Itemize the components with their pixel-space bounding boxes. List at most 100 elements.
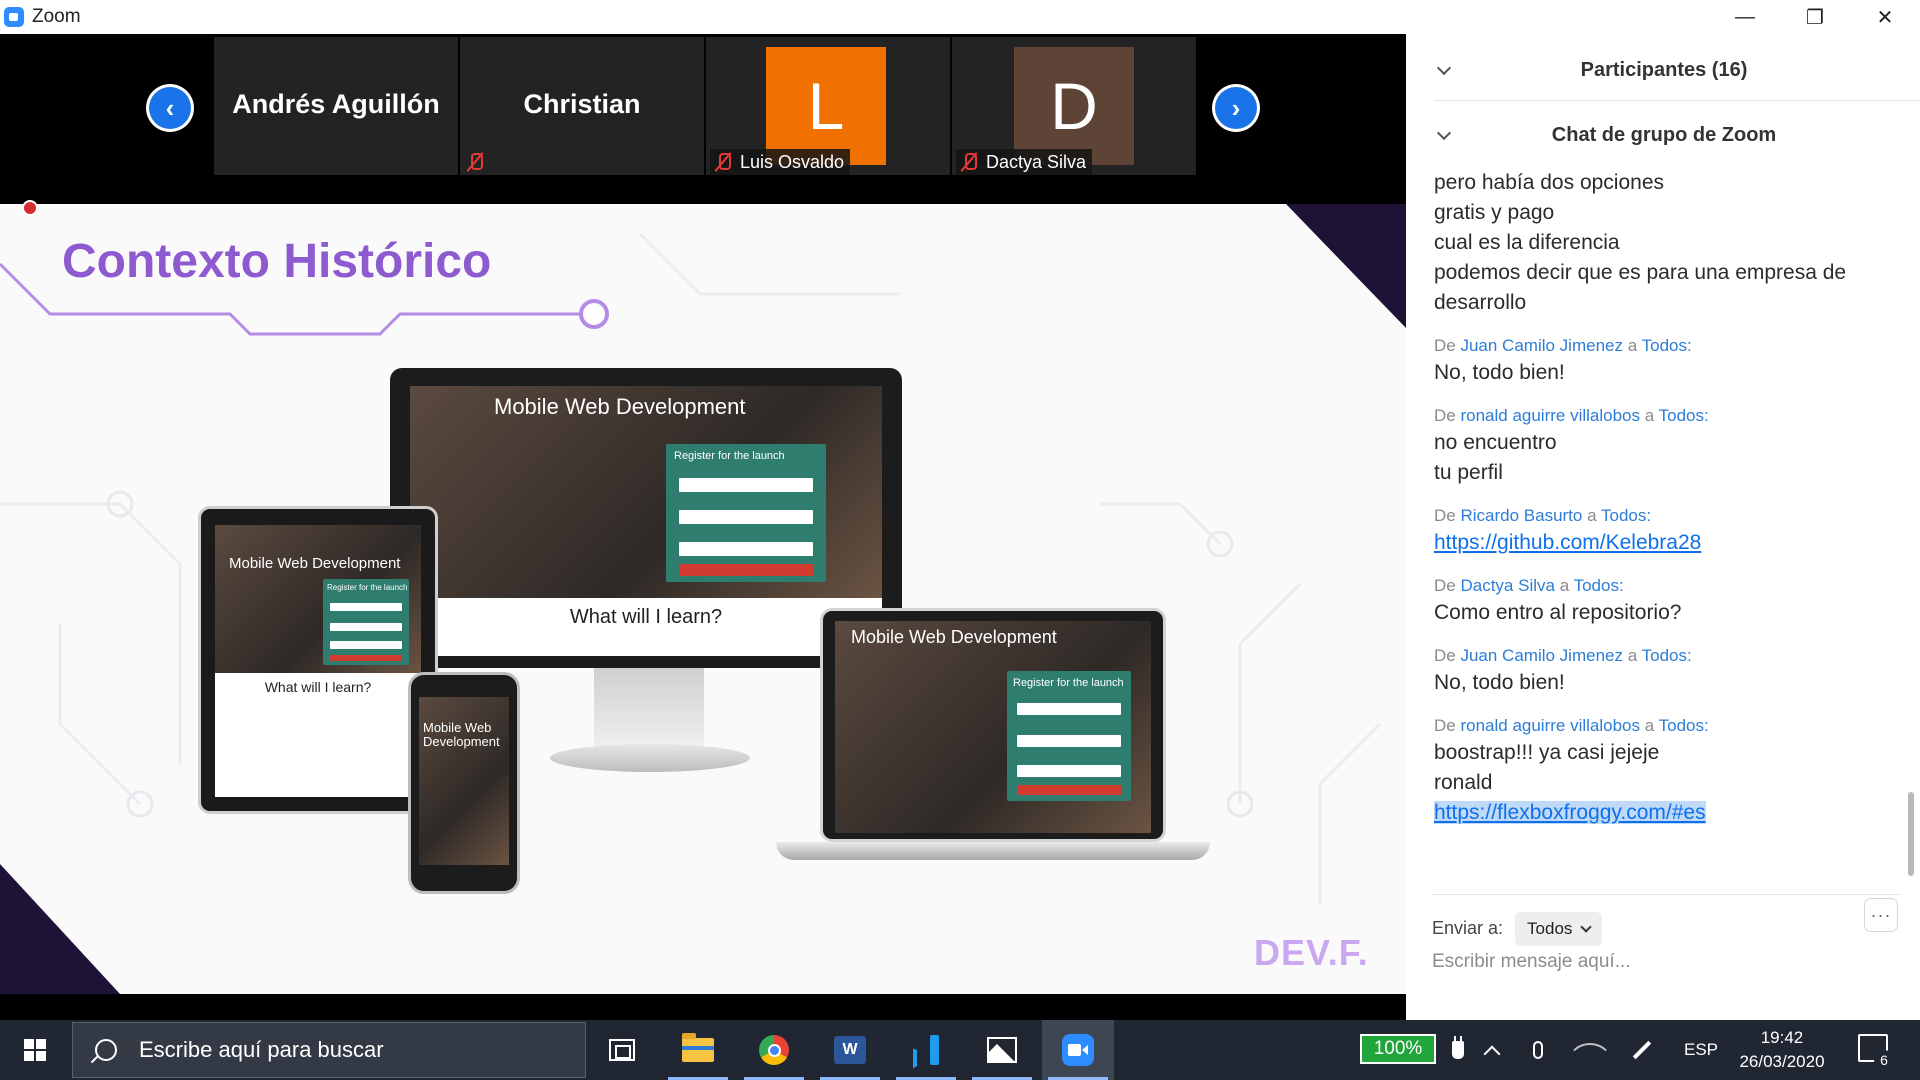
restore-button[interactable]: ❐ (1780, 0, 1850, 34)
mic-muted-icon (464, 151, 486, 173)
meta-prefix: a (1644, 406, 1655, 425)
message-text: Como entro al repositorio? (1434, 601, 1682, 624)
monitor-base (550, 744, 750, 772)
next-page-button[interactable]: › (1212, 84, 1260, 132)
chat-header[interactable]: Chat de grupo de Zoom (1434, 117, 1894, 153)
meta-prefix: De (1434, 406, 1456, 425)
chat-scrollbar[interactable] (1908, 792, 1914, 876)
meta-prefix: De (1434, 646, 1456, 665)
message-meta: De ronald aguirre villalobos a Todos: (1434, 404, 1898, 428)
sender-name[interactable]: ronald aguirre villalobos (1460, 406, 1640, 425)
chevron-up-icon (1483, 1045, 1501, 1063)
recipient-name[interactable]: Todos: (1574, 576, 1624, 595)
recipient-name[interactable]: Todos: (1659, 716, 1709, 735)
previous-page-button[interactable]: ‹ (146, 84, 194, 132)
message-text: No, todo bien! (1434, 671, 1565, 694)
taskbar-clock[interactable]: 19:42 26/03/2020 (1734, 1026, 1830, 1074)
message-text: No, todo bien! (1434, 361, 1565, 384)
chrome-icon (759, 1035, 789, 1065)
message-meta: De Dactya Silva a Todos: (1434, 574, 1898, 598)
share-footer-strip (0, 994, 1406, 1020)
microphone-icon[interactable] (1526, 1038, 1550, 1062)
chrome-button[interactable] (738, 1020, 810, 1080)
input-language[interactable]: ESP (1684, 1020, 1718, 1080)
search-icon (95, 1039, 117, 1061)
file-explorer-button[interactable] (662, 1020, 734, 1080)
meta-prefix: De (1434, 716, 1456, 735)
meta-prefix: a (1559, 576, 1570, 595)
phone-mockup: Mobile Web Development (408, 672, 520, 894)
chat-message-input[interactable] (1432, 944, 1872, 980)
mockup-form-title: Register for the launch (1013, 677, 1124, 689)
participants-header[interactable]: Participantes (16) (1434, 52, 1894, 88)
recipient-name[interactable]: Todos: (1659, 406, 1709, 425)
sender-name[interactable]: Ricardo Basurto (1460, 506, 1582, 525)
mockup-learn-heading: What will I learn? (264, 679, 372, 695)
chat-messages[interactable]: pero había dos opciones gratis y pago cu… (1434, 168, 1898, 858)
message-meta: De Juan Camilo Jimenez a Todos: (1434, 334, 1898, 358)
zoom-icon (1062, 1034, 1094, 1066)
participants-title: Participantes (16) (1580, 58, 1748, 81)
title-bar: Zoom — ❐ ✕ (0, 0, 1920, 34)
sender-name[interactable]: Juan Camilo Jimenez (1460, 336, 1623, 355)
meta-prefix: De (1434, 576, 1456, 595)
task-view-button[interactable] (586, 1020, 658, 1080)
folder-icon (682, 1033, 714, 1062)
chat-message: De Ricardo Basurto a Todos: https://gith… (1434, 504, 1898, 558)
send-to-dropdown[interactable]: Todos (1515, 911, 1603, 946)
recipient-name[interactable]: Todos: (1642, 336, 1692, 355)
chevron-down-icon[interactable] (1436, 127, 1452, 143)
sender-name[interactable]: ronald aguirre villalobos (1460, 716, 1640, 735)
participant-tile[interactable]: Christian (460, 37, 704, 175)
message-text: no encuentro (1434, 431, 1557, 454)
message-link[interactable]: https://flexboxfroggy.com/#es (1434, 801, 1706, 824)
avatar: D (1014, 47, 1134, 165)
mic-muted-icon (958, 151, 980, 173)
minimize-button[interactable]: — (1710, 0, 1780, 34)
taskbar-search[interactable] (72, 1022, 586, 1078)
sender-name[interactable]: Juan Camilo Jimenez (1460, 646, 1623, 665)
zoom-taskbar-button[interactable] (1042, 1020, 1114, 1080)
photos-icon (987, 1037, 1017, 1063)
photos-button[interactable] (966, 1020, 1038, 1080)
power-plug-icon[interactable] (1446, 1036, 1470, 1062)
chat-message: De ronald aguirre villalobos a Todos: no… (1434, 404, 1898, 488)
corner-decoration (1286, 204, 1406, 328)
task-view-icon (609, 1039, 635, 1061)
laptop-mockup: Mobile Web Development Register for the … (820, 608, 1166, 842)
recipient-name[interactable]: Todos: (1601, 506, 1651, 525)
participant-label: Dactya Silva (956, 149, 1093, 175)
participant-tile[interactable]: Andrés Aguillón (214, 37, 458, 175)
vscode-icon (911, 1035, 941, 1065)
participant-label: Luis Osvaldo (710, 149, 851, 175)
participant-tile[interactable]: L Luis Osvaldo (706, 37, 950, 175)
message-text: boostrap!!! ya casi jejeje (1434, 741, 1660, 764)
send-to-value: Todos (1527, 918, 1573, 938)
chevron-right-icon: › (1215, 87, 1257, 129)
participant-name: Dactya Silva (986, 151, 1087, 172)
start-button[interactable] (0, 1020, 70, 1080)
window-title: Zoom (32, 6, 81, 27)
more-options-button[interactable]: ··· (1864, 898, 1898, 932)
chat-message: pero había dos opciones gratis y pago cu… (1434, 168, 1898, 318)
sender-name[interactable]: Dactya Silva (1460, 576, 1554, 595)
message-link[interactable]: https://github.com/Kelebra28 (1434, 528, 1898, 558)
vscode-button[interactable] (890, 1020, 962, 1080)
meta-prefix: a (1627, 336, 1638, 355)
participant-name: Christian (523, 89, 641, 119)
taskbar-search-input[interactable] (139, 1037, 579, 1063)
clock-time: 19:42 (1760, 1028, 1804, 1047)
participant-tile[interactable]: D Dactya Silva (952, 37, 1196, 175)
pen-icon[interactable] (1628, 1038, 1656, 1062)
shared-screen: Contexto Histórico Mobile Web Developmen… (0, 204, 1406, 994)
chevron-down-icon[interactable] (1436, 62, 1452, 78)
window-controls: — ❐ ✕ (1710, 0, 1920, 34)
word-button[interactable]: W (814, 1020, 886, 1080)
battery-indicator[interactable]: 100% (1360, 1034, 1436, 1064)
close-button[interactable]: ✕ (1850, 0, 1920, 34)
video-strip: ‹ Andrés Aguillón Christian L Luis Osval… (0, 34, 1406, 202)
show-hidden-icons-button[interactable] (1480, 1038, 1504, 1063)
wifi-icon[interactable] (1573, 1033, 1607, 1067)
chat-message: De Juan Camilo Jimenez a Todos: No, todo… (1434, 334, 1898, 388)
recipient-name[interactable]: Todos: (1642, 646, 1692, 665)
